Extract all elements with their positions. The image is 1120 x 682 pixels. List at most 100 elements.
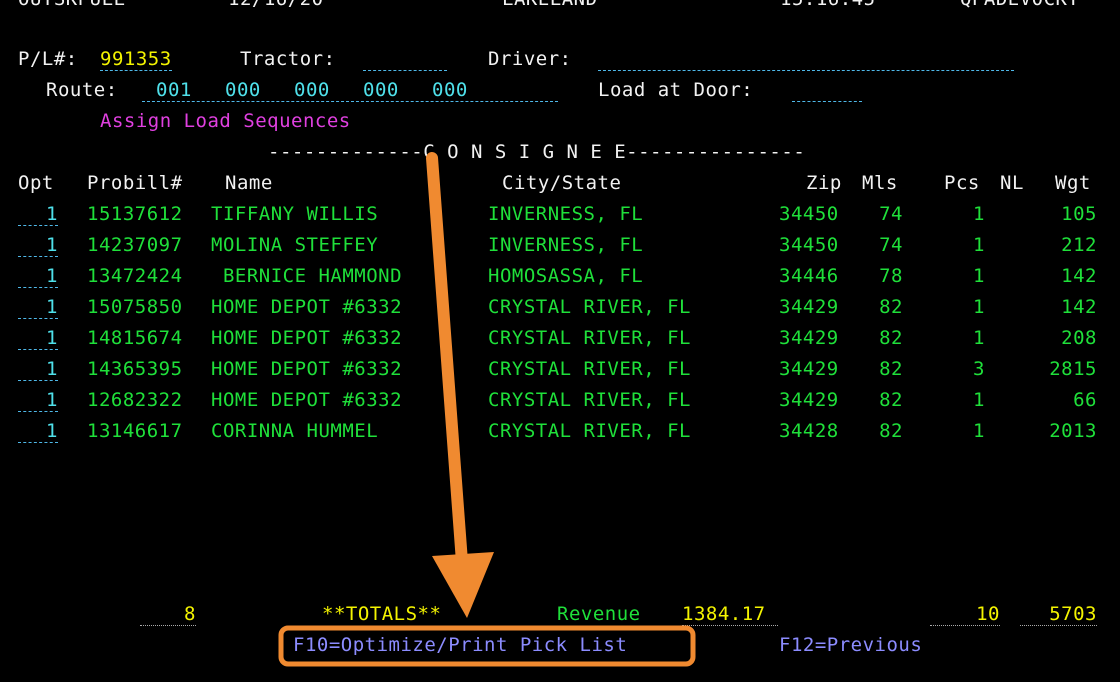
pl-number-input[interactable]: 991353: [100, 48, 172, 71]
driver-label: Driver:: [488, 48, 572, 70]
route-input-5[interactable]: 000: [432, 79, 468, 101]
row-name: HOME DEPOT #6332: [211, 358, 403, 380]
row-zip: 34446: [779, 265, 839, 287]
revenue-label: Revenue: [557, 603, 641, 625]
user-id: OUTSKPULL: [18, 0, 125, 10]
pl-label: P/L#:: [18, 48, 78, 70]
row-weight: 105: [1061, 203, 1097, 225]
revenue-value: 1384.17: [682, 603, 778, 626]
row-probill: 14237097: [87, 234, 183, 256]
route-input-underline: [142, 81, 558, 102]
row-opt-input[interactable]: 1: [18, 358, 58, 381]
row-miles: 78: [879, 265, 903, 287]
route-input-3[interactable]: 000: [294, 79, 330, 101]
f12-previous-key[interactable]: F12=Previous: [779, 634, 922, 656]
row-zip: 34429: [779, 358, 839, 380]
row-probill: 15075850: [87, 296, 183, 318]
row-city: HOMOSASSA, FL: [488, 265, 644, 287]
row-city: INVERNESS, FL: [488, 234, 644, 256]
system-time: 15:16:45: [780, 0, 876, 10]
col-opt: Opt: [18, 172, 54, 194]
row-city: CRYSTAL RIVER, FL: [488, 420, 691, 442]
row-opt-input[interactable]: 1: [18, 234, 58, 257]
col-probill: Probill#: [87, 172, 183, 194]
row-zip: 34429: [779, 296, 839, 318]
row-pieces: 3: [973, 358, 985, 380]
col-miles: Mls: [862, 172, 898, 194]
row-pieces: 1: [973, 203, 985, 225]
route-input-2[interactable]: 000: [225, 79, 261, 101]
row-pieces: 1: [973, 234, 985, 256]
col-nl: NL: [1000, 172, 1024, 194]
row-zip: 34450: [779, 203, 839, 225]
row-zip: 34428: [779, 420, 839, 442]
col-zip: Zip: [806, 172, 842, 194]
row-probill: 14815674: [87, 327, 183, 349]
row-name: HOME DEPOT #6332: [211, 389, 403, 411]
row-zip: 34429: [779, 389, 839, 411]
row-zip: 34450: [779, 234, 839, 256]
totals-label: **TOTALS**: [322, 603, 442, 625]
system-date: 12/16/20: [228, 0, 324, 10]
consignee-banner: -------------C O N S I G N E E----------…: [268, 141, 806, 163]
row-name: CORINNA HUMMEL: [211, 420, 379, 442]
row-name: BERNICE HAMMOND: [211, 265, 403, 287]
load-at-door-label: Load at Door:: [598, 79, 754, 101]
row-zip: 34429: [779, 327, 839, 349]
row-weight: 2815: [1049, 358, 1097, 380]
row-pieces: 1: [973, 389, 985, 411]
row-opt-input[interactable]: 1: [18, 389, 58, 412]
col-city-state: City/State: [502, 172, 622, 194]
row-miles: 74: [879, 203, 903, 225]
row-city: INVERNESS, FL: [488, 203, 644, 225]
row-weight: 66: [1073, 389, 1097, 411]
row-miles: 74: [879, 234, 903, 256]
row-pieces: 1: [973, 265, 985, 287]
col-name: Name: [225, 172, 273, 194]
row-opt-input[interactable]: 1: [18, 296, 58, 319]
total-weight: 5703: [1020, 603, 1097, 626]
row-weight: 208: [1061, 327, 1097, 349]
driver-input[interactable]: [598, 50, 1014, 71]
col-pieces: Pcs: [944, 172, 980, 194]
tractor-input[interactable]: [363, 50, 447, 71]
row-probill: 15137612: [87, 203, 183, 225]
route-label: Route:: [46, 79, 118, 101]
load-at-door-input[interactable]: [792, 81, 862, 102]
row-opt-input[interactable]: 1: [18, 420, 58, 443]
row-weight: 142: [1061, 296, 1097, 318]
row-city: CRYSTAL RIVER, FL: [488, 358, 691, 380]
row-pieces: 1: [973, 296, 985, 318]
row-weight: 142: [1061, 265, 1097, 287]
row-opt-input[interactable]: 1: [18, 327, 58, 350]
row-opt-input[interactable]: 1: [18, 203, 58, 226]
route-input-1[interactable]: 001: [156, 79, 192, 101]
row-city: CRYSTAL RIVER, FL: [488, 389, 691, 411]
row-probill: 13472424: [87, 265, 183, 287]
total-count: 8: [140, 603, 196, 626]
row-pieces: 1: [973, 327, 985, 349]
screen-title: Assign Load Sequences: [100, 110, 351, 132]
row-miles: 82: [879, 389, 903, 411]
row-name: HOME DEPOT #6332: [211, 327, 403, 349]
row-pieces: 1: [973, 420, 985, 442]
route-input-4[interactable]: 000: [363, 79, 399, 101]
row-probill: 14365395: [87, 358, 183, 380]
row-miles: 82: [879, 296, 903, 318]
row-name: TIFFANY WILLIS: [211, 203, 379, 225]
device-name: QPADEV0CKT: [960, 0, 1079, 10]
row-name: MOLINA STEFFEY: [211, 234, 379, 256]
row-probill: 13146617: [87, 420, 183, 442]
annotation-arrow-shaft: [426, 152, 468, 568]
row-city: CRYSTAL RIVER, FL: [488, 327, 691, 349]
row-name: HOME DEPOT #6332: [211, 296, 403, 318]
row-miles: 82: [879, 420, 903, 442]
row-weight: 212: [1061, 234, 1097, 256]
row-city: CRYSTAL RIVER, FL: [488, 296, 691, 318]
row-miles: 82: [879, 358, 903, 380]
row-opt-input[interactable]: 1: [18, 265, 58, 288]
total-pieces: 10: [930, 603, 1000, 626]
tractor-label: Tractor:: [240, 48, 336, 70]
col-weight: Wgt: [1055, 172, 1091, 194]
f10-optimize-key[interactable]: F10=Optimize/Print Pick List: [293, 634, 627, 656]
